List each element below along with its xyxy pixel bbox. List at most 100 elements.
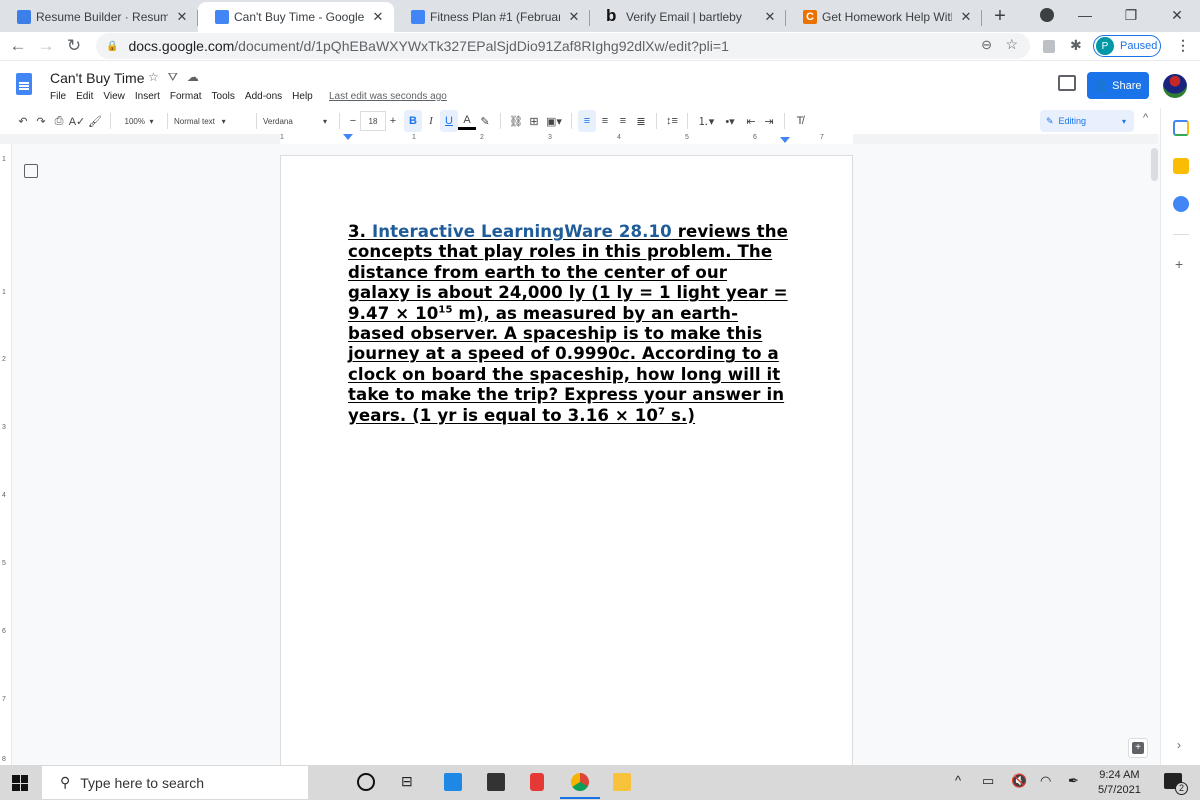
file-explorer-icon[interactable] (613, 773, 631, 791)
print-icon[interactable]: ⎙ (50, 110, 68, 132)
decrease-indent-icon[interactable]: ⇤ (742, 110, 760, 132)
wifi-icon[interactable]: ◠ (1040, 773, 1051, 789)
address-bar[interactable]: 🔒 docs.google.com/document/d/1pQhEBaWXYW… (96, 33, 1030, 59)
tab-chegg[interactable]: C Get Homework Help With Chegg ✕ (786, 2, 982, 32)
tab-search-icon[interactable] (1040, 8, 1054, 22)
underline-button[interactable]: U (440, 110, 458, 132)
taskbar-search-box[interactable]: ⚲ Type here to search (42, 766, 308, 799)
user-avatar[interactable] (1163, 74, 1187, 98)
right-indent-marker[interactable] (780, 137, 790, 143)
system-clock[interactable]: 9:24 AM 5/7/2021 (1098, 768, 1141, 798)
font-select[interactable]: Verdana ▾ (263, 110, 333, 132)
interactive-learningware-link[interactable]: Interactive LearningWare 28.10 (372, 222, 672, 241)
tab-bartleby[interactable]: b Verify Email | bartleby ✕ (590, 2, 786, 32)
chrome-icon[interactable] (571, 773, 589, 791)
windows-start-icon[interactable] (12, 775, 28, 791)
left-indent-marker[interactable] (343, 134, 353, 140)
bulleted-list-icon[interactable]: •▾ (718, 110, 742, 132)
zoom-select[interactable]: 100% ▾ (117, 110, 161, 132)
bookmark-star-icon[interactable]: ☆ (1005, 36, 1018, 53)
tab-close-icon[interactable]: ✕ (174, 9, 190, 25)
document-outline-icon[interactable] (24, 164, 38, 178)
paragraph-style-select[interactable]: Normal text ▾ (174, 110, 250, 132)
paint-format-icon[interactable]: 🖌 (86, 110, 104, 132)
share-button[interactable]: 👤 Share (1087, 72, 1149, 99)
google-calendar-icon[interactable] (1173, 120, 1189, 136)
menu-help[interactable]: Help (292, 91, 313, 102)
restore-button[interactable]: ❐ (1108, 0, 1154, 30)
zoom-icon[interactable]: ⊖ (981, 37, 992, 53)
extension-icon[interactable] (1043, 40, 1055, 53)
document-body-text[interactable]: 3. Interactive LearningWare 28.10 review… (348, 222, 788, 426)
align-center-icon[interactable]: ≡ (596, 110, 614, 132)
hide-menus-chevron-up-icon[interactable]: ^ (1143, 112, 1148, 124)
font-size-input[interactable]: 18 (360, 111, 386, 131)
mail-icon[interactable] (444, 773, 462, 791)
italic-button[interactable]: I (422, 110, 440, 132)
add-addon-icon[interactable]: + (1175, 256, 1183, 272)
show-side-panel-chevron-icon[interactable]: › (1177, 738, 1181, 752)
volume-muted-icon[interactable]: 🔇 (1011, 773, 1027, 789)
pen-icon[interactable]: ✒ (1068, 773, 1079, 789)
menu-tools[interactable]: Tools (212, 91, 235, 102)
star-icon[interactable]: ☆ (148, 70, 159, 85)
insert-image-icon[interactable]: ▣▾ (543, 110, 565, 132)
google-keep-icon[interactable] (1173, 158, 1189, 174)
increase-indent-icon[interactable]: ⇥ (760, 110, 778, 132)
tab-close-icon[interactable]: ✕ (762, 9, 778, 25)
google-docs-logo[interactable] (16, 73, 32, 95)
document-title[interactable]: Can't Buy Time (50, 70, 145, 86)
decrease-font-size-button[interactable]: − (346, 110, 360, 132)
tab-close-icon[interactable]: ✕ (566, 9, 582, 25)
menu-view[interactable]: View (103, 91, 125, 102)
tab-close-icon[interactable]: ✕ (370, 9, 386, 25)
cortana-icon[interactable] (357, 773, 375, 791)
text-color-button[interactable]: A (458, 112, 476, 130)
redo-icon[interactable]: ↷ (32, 110, 50, 132)
vertical-scrollbar[interactable] (1151, 148, 1158, 181)
new-tab-button[interactable]: + (986, 2, 1014, 30)
editing-mode-select[interactable]: ✎ Editing ▾ (1040, 110, 1134, 132)
forward-button[interactable]: → (32, 32, 60, 60)
notifications-icon[interactable]: 2 (1164, 773, 1188, 795)
back-button[interactable]: ← (4, 32, 32, 60)
office-icon[interactable] (530, 773, 544, 791)
increase-font-size-button[interactable]: + (386, 110, 400, 132)
profile-button[interactable]: P Paused (1093, 35, 1161, 57)
justify-icon[interactable]: ≣ (632, 110, 650, 132)
tab-resume-builder[interactable]: Resume Builder · Resume.io ✕ (0, 2, 198, 32)
menu-file[interactable]: File (50, 91, 66, 102)
close-window-button[interactable]: ✕ (1154, 0, 1200, 30)
align-left-icon[interactable]: ≡ (578, 110, 596, 132)
comment-history-icon[interactable] (1058, 75, 1076, 91)
cloud-status-icon[interactable]: ☁ (187, 70, 199, 85)
microsoft-store-icon[interactable] (487, 773, 505, 791)
tab-close-icon[interactable]: ✕ (958, 9, 974, 25)
link-icon[interactable]: ⛓ (507, 110, 525, 132)
show-hidden-icons-chevron[interactable]: ^ (955, 773, 961, 788)
last-edit-link[interactable]: Last edit was seconds ago (329, 91, 447, 102)
chrome-menu-icon[interactable]: ⋮ (1176, 37, 1190, 54)
explore-button[interactable]: + (1128, 738, 1148, 758)
move-to-drive-icon[interactable]: ⛛ (168, 70, 178, 85)
tab-cant-buy-time[interactable]: Can't Buy Time - Google Docs ✕ (198, 2, 394, 32)
clear-formatting-icon[interactable]: T̸ (791, 110, 809, 132)
menu-format[interactable]: Format (170, 91, 202, 102)
menu-addons[interactable]: Add-ons (245, 91, 282, 102)
align-right-icon[interactable]: ≡ (614, 110, 632, 132)
extensions-puzzle-icon[interactable]: ✱ (1070, 37, 1082, 54)
line-spacing-icon[interactable]: ↕≡ (663, 110, 681, 132)
google-tasks-icon[interactable] (1173, 196, 1189, 212)
bold-button[interactable]: B (404, 110, 422, 132)
reload-button[interactable]: ↻ (60, 32, 88, 60)
undo-icon[interactable]: ↶ (14, 110, 32, 132)
minimize-button[interactable]: — (1062, 0, 1108, 30)
highlight-icon[interactable]: ✎ (476, 110, 494, 132)
numbered-list-icon[interactable]: ⒈▾ (694, 110, 718, 132)
battery-icon[interactable]: ▭ (982, 773, 994, 789)
menu-edit[interactable]: Edit (76, 91, 93, 102)
spellcheck-icon[interactable]: A✓ (68, 110, 86, 132)
task-view-icon[interactable]: ⊟ (401, 773, 419, 791)
menu-insert[interactable]: Insert (135, 91, 160, 102)
tab-fitness-plan[interactable]: Fitness Plan #1 (February. 21st ✕ (394, 2, 590, 32)
